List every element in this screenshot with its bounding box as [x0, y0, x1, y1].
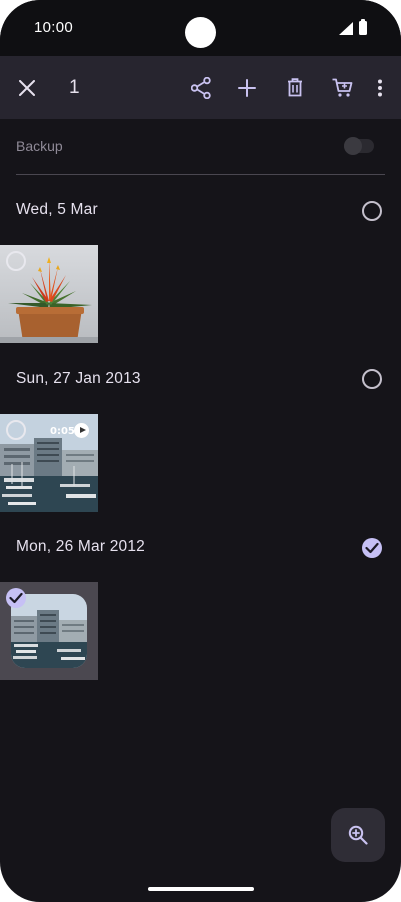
close-icon — [19, 79, 35, 96]
gesture-navigation-bar[interactable] — [148, 887, 254, 891]
add-button[interactable] — [229, 56, 265, 119]
date-header: Wed, 5 Mar — [16, 201, 98, 218]
select-group-checkbox[interactable] — [362, 538, 382, 558]
more-vert-icon — [378, 79, 382, 96]
share-button[interactable] — [183, 56, 219, 119]
zoom-in-button[interactable] — [331, 808, 385, 862]
toggle-knob — [344, 137, 362, 155]
delete-icon — [288, 78, 302, 97]
media-thumbnail-selected[interactable] — [0, 582, 98, 680]
phone-screen: 10:00 1 Backup Wed, 5 Mar Sun, 27 Jan 20… — [0, 0, 401, 902]
media-thumbnail[interactable]: 0:05 — [0, 414, 98, 512]
backup-toggle[interactable] — [344, 137, 374, 155]
backup-label: Backup — [16, 138, 63, 154]
select-item-checkbox[interactable] — [6, 251, 26, 271]
select-item-checkbox[interactable] — [6, 588, 26, 608]
signal-icon — [339, 22, 353, 35]
cart-icon — [332, 78, 352, 97]
date-header: Sun, 27 Jan 2013 — [16, 370, 141, 387]
battery-icon — [359, 19, 367, 35]
status-bar: 10:00 — [0, 0, 401, 56]
select-group-checkbox[interactable] — [362, 369, 382, 389]
delete-button[interactable] — [277, 56, 313, 119]
close-selection-button[interactable] — [9, 56, 45, 119]
divider — [16, 174, 385, 175]
select-item-checkbox[interactable] — [6, 420, 26, 440]
media-thumbnail[interactable] — [0, 245, 98, 343]
check-icon — [9, 592, 23, 604]
video-duration: 0:05 — [50, 426, 75, 437]
add-icon — [238, 78, 256, 97]
select-group-checkbox[interactable] — [362, 201, 382, 221]
share-icon — [191, 76, 211, 99]
selected-count: 1 — [69, 77, 80, 98]
zoom-in-icon — [348, 825, 368, 845]
date-header: Mon, 26 Mar 2012 — [16, 538, 145, 555]
order-prints-button[interactable] — [324, 56, 360, 119]
status-time: 10:00 — [34, 19, 74, 36]
more-options-button[interactable] — [362, 56, 398, 119]
play-icon — [74, 423, 89, 438]
camera-cutout — [185, 17, 216, 48]
check-icon — [365, 542, 379, 554]
selection-action-bar: 1 — [0, 56, 401, 119]
